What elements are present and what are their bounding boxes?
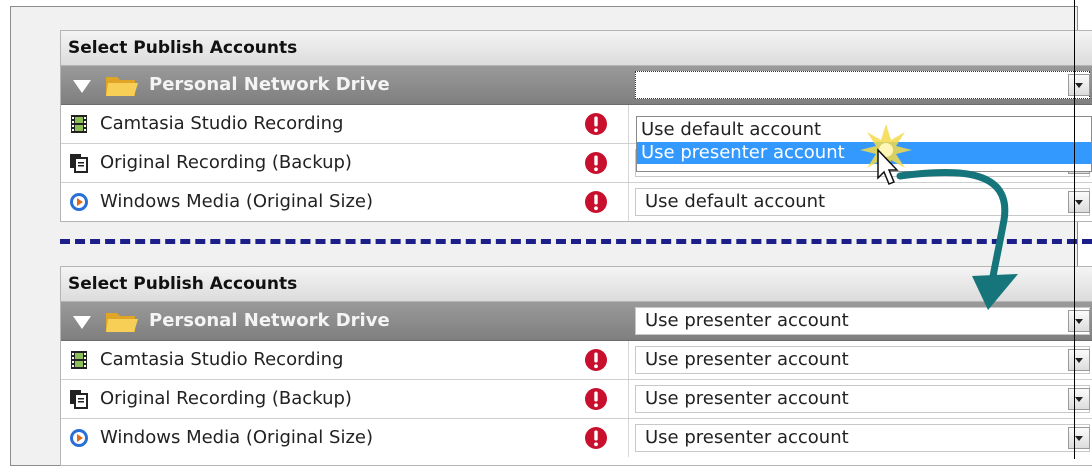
chevron-down-icon[interactable]	[1068, 74, 1090, 96]
chevron-down-icon[interactable]	[1068, 310, 1090, 332]
folder-icon	[106, 77, 138, 96]
publish-row-windows-media: Windows Media (Original Size) Use defaul…	[61, 183, 1092, 221]
film-icon	[71, 115, 87, 133]
film-icon	[71, 351, 87, 369]
cell-divider	[628, 419, 629, 457]
row-label: Camtasia Studio Recording	[100, 349, 344, 370]
copy-documents-icon	[70, 154, 88, 173]
group-title: Personal Network Drive	[149, 310, 390, 331]
copy-documents-icon	[70, 390, 88, 409]
publish-row-windows-media: Windows Media (Original Size) Use presen…	[61, 419, 1092, 457]
account-select-group[interactable]	[635, 71, 1090, 99]
select-value: Use presenter account	[645, 388, 849, 409]
panel-title: Select Publish Accounts	[61, 267, 1092, 302]
account-select[interactable]: Use default account	[635, 188, 1090, 216]
account-select[interactable]: Use presenter account	[635, 346, 1090, 374]
warning-icon	[585, 113, 607, 135]
account-dropdown-list: Use default account Use presenter accoun…	[636, 116, 1092, 172]
dropdown-option-default[interactable]: Use default account	[637, 119, 1091, 141]
group-title: Personal Network Drive	[149, 74, 390, 95]
account-select[interactable]: Use presenter account	[635, 385, 1090, 413]
select-value: Use presenter account	[645, 349, 849, 370]
dashed-separator	[60, 239, 1092, 244]
row-label: Windows Media (Original Size)	[100, 427, 374, 448]
cell-divider	[628, 341, 629, 379]
expand-triangle-icon[interactable]	[73, 80, 91, 93]
warning-icon	[585, 152, 607, 174]
row-label: Camtasia Studio Recording	[100, 113, 344, 134]
expand-triangle-icon[interactable]	[73, 316, 91, 329]
dropdown-option-presenter[interactable]: Use presenter account	[637, 142, 1091, 164]
group-row-personal-network-drive[interactable]: Personal Network Drive	[61, 66, 1092, 105]
chevron-down-icon[interactable]	[1068, 191, 1090, 213]
select-value: Use default account	[645, 191, 826, 212]
cell-divider	[628, 183, 629, 221]
chevron-down-icon[interactable]	[1068, 427, 1090, 449]
warning-icon	[585, 191, 607, 213]
account-select-group[interactable]: Use presenter account	[635, 307, 1090, 335]
warning-icon	[585, 388, 607, 410]
cell-divider	[628, 380, 629, 418]
folder-icon	[106, 313, 138, 332]
windows-media-icon	[70, 429, 88, 447]
cell-divider	[628, 105, 629, 143]
panel-title: Select Publish Accounts	[61, 31, 1092, 66]
chevron-down-icon[interactable]	[1068, 388, 1090, 410]
chevron-down-icon[interactable]	[1068, 349, 1090, 371]
cell-divider	[628, 144, 629, 182]
publish-accounts-panel-bottom: Select Publish Accounts Personal Network…	[60, 266, 1092, 466]
windows-media-icon	[70, 193, 88, 211]
row-label: Original Recording (Backup)	[100, 152, 352, 173]
account-select[interactable]: Use presenter account	[635, 424, 1090, 452]
publish-row-camtasia: Camtasia Studio Recording Use presenter …	[61, 341, 1092, 380]
row-label: Original Recording (Backup)	[100, 388, 352, 409]
warning-icon	[585, 349, 607, 371]
window-edge-line	[1074, 0, 1075, 459]
group-row-personal-network-drive[interactable]: Personal Network Drive Use presenter acc…	[61, 302, 1092, 341]
select-value: Use presenter account	[645, 427, 849, 448]
warning-icon	[585, 427, 607, 449]
row-label: Windows Media (Original Size)	[100, 191, 374, 212]
publish-row-original-recording: Original Recording (Backup) Use presente…	[61, 380, 1092, 419]
select-value: Use presenter account	[645, 310, 849, 331]
